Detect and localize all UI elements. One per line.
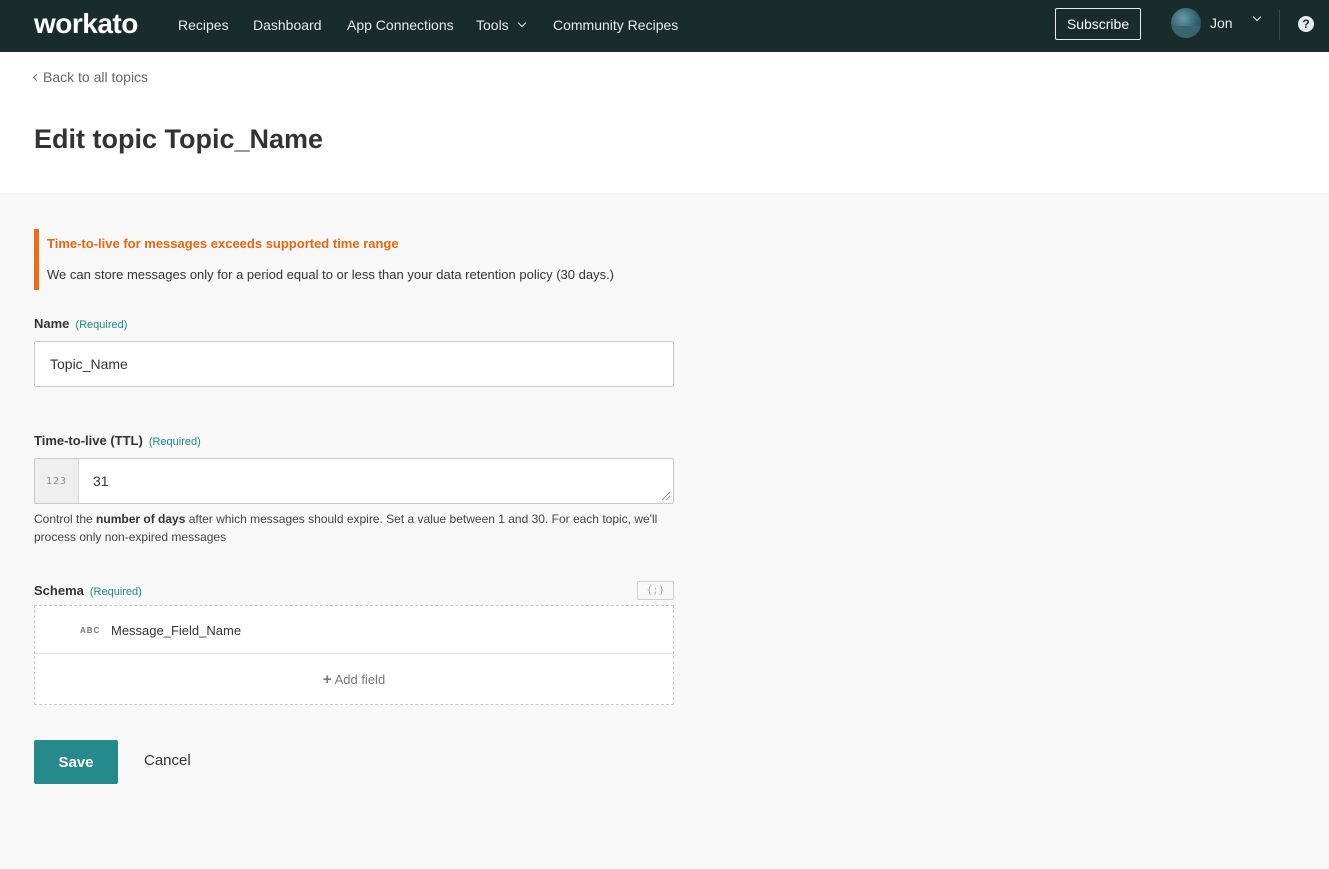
- cancel-button[interactable]: Cancel: [144, 752, 191, 769]
- avatar[interactable]: [1171, 8, 1201, 38]
- nav-tools[interactable]: Tools: [476, 17, 526, 33]
- ttl-value[interactable]: 31: [79, 459, 673, 503]
- number-type-icon: 123: [35, 459, 79, 503]
- schema-label-text: Schema: [34, 583, 84, 598]
- add-field-label: Add field: [334, 672, 386, 687]
- back-link[interactable]: Back to all topics: [32, 69, 149, 85]
- subscribe-button[interactable]: Subscribe: [1055, 8, 1141, 40]
- required-tag: (Required): [89, 586, 142, 598]
- top-nav: workato Recipes Dashboard App Connection…: [0, 0, 1329, 52]
- schema-field-name[interactable]: Message_Field_Name: [111, 623, 241, 638]
- user-name[interactable]: Jon: [1210, 15, 1233, 31]
- ttl-input[interactable]: 123 31: [34, 458, 674, 504]
- ttl-label: Time-to-live (TTL) (Required): [34, 433, 201, 448]
- name-label: Name (Required): [34, 316, 127, 331]
- alert-title: Time-to-live for messages exceeds suppor…: [47, 236, 399, 251]
- ttl-help-text: Control the number of days after which m…: [34, 510, 674, 546]
- name-input[interactable]: [34, 341, 674, 387]
- nav-app-connections[interactable]: App Connections: [347, 17, 454, 33]
- nav-dashboard[interactable]: Dashboard: [253, 17, 322, 33]
- nav-tools-label: Tools: [476, 17, 509, 33]
- schema-editor: ABC Message_Field_Name + Add field: [34, 605, 674, 705]
- plus-icon: +: [322, 671, 332, 688]
- schema-field-row[interactable]: ABC Message_Field_Name: [35, 606, 673, 654]
- json-mode-toggle[interactable]: {;}: [637, 581, 674, 600]
- ttl-help-before: Control the: [34, 512, 97, 526]
- nav-community-recipes[interactable]: Community Recipes: [553, 17, 678, 33]
- required-tag: (Required): [148, 436, 201, 448]
- ttl-help-bold: number of days: [96, 512, 186, 526]
- warning-alert: Time-to-live for messages exceeds suppor…: [34, 229, 674, 290]
- page-header: Back to all topics Edit topic Topic_Name: [0, 52, 1329, 193]
- workato-logo[interactable]: workato: [34, 8, 138, 40]
- alert-body: We can store messages only for a period …: [47, 267, 615, 282]
- ttl-label-text: Time-to-live (TTL): [34, 433, 143, 448]
- required-tag: (Required): [75, 319, 128, 331]
- chevron-down-icon[interactable]: [1252, 12, 1262, 22]
- save-button[interactable]: Save: [34, 740, 118, 784]
- nav-divider: [1279, 10, 1280, 40]
- nav-recipes[interactable]: Recipes: [178, 17, 229, 33]
- page-title: Edit topic Topic_Name: [34, 124, 324, 154]
- chevron-down-icon: [517, 18, 526, 28]
- ttl-value-text: 31: [93, 473, 109, 489]
- add-field-button[interactable]: + Add field: [35, 655, 673, 704]
- name-label-text: Name: [34, 316, 70, 331]
- chevron-left-icon: [32, 73, 41, 81]
- string-type-icon: ABC: [80, 626, 101, 635]
- back-link-label: Back to all topics: [43, 69, 149, 85]
- schema-label: Schema (Required): [34, 583, 142, 598]
- help-icon[interactable]: ?: [1298, 16, 1314, 32]
- resize-handle-icon[interactable]: [662, 492, 670, 500]
